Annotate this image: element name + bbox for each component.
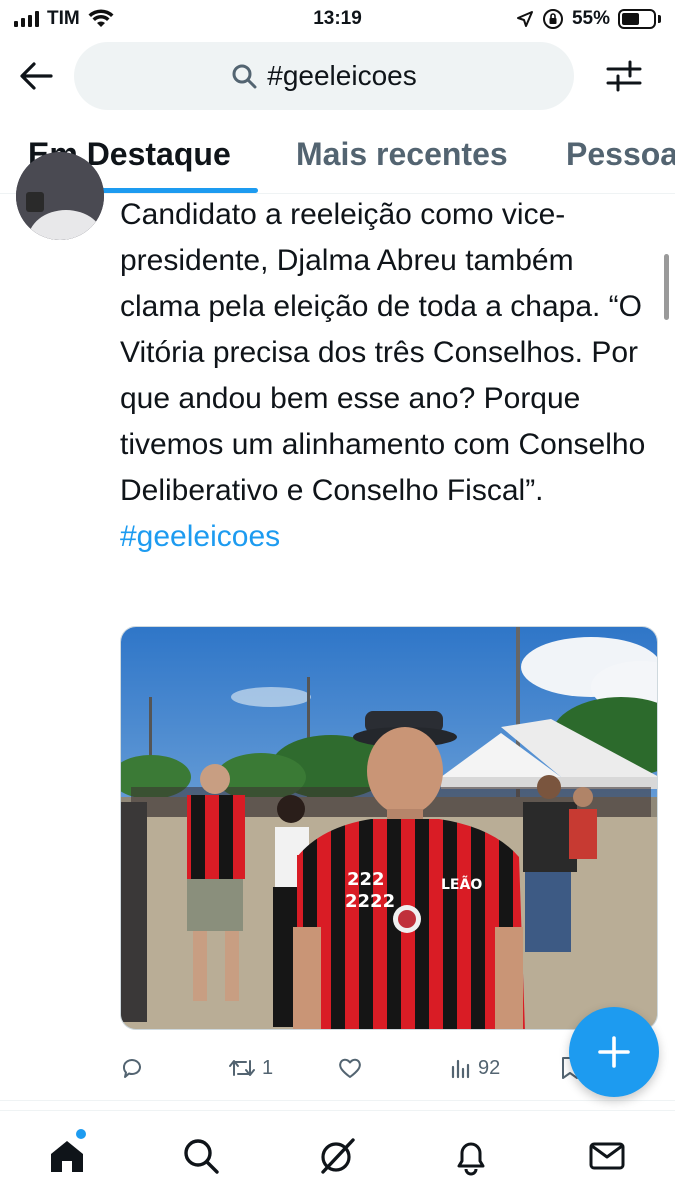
app-screen: TIM 13:19 55% #geeleicoes Em Destaque Ma…	[0, 0, 675, 1200]
location-icon	[516, 11, 533, 27]
arrow-left-icon	[20, 62, 53, 90]
heart-icon	[339, 1058, 361, 1078]
mail-icon	[589, 1142, 625, 1170]
wifi-icon	[88, 9, 114, 27]
status-bar: TIM 13:19 55%	[0, 0, 675, 38]
home-icon	[51, 1141, 83, 1172]
feed-divider	[0, 1100, 675, 1101]
like-button[interactable]	[338, 1050, 368, 1086]
jersey-number-bottom: 2222	[345, 891, 395, 912]
nav-messages[interactable]	[582, 1131, 632, 1181]
retweet-count: 1	[262, 1056, 274, 1079]
retweet-button[interactable]: 1	[228, 1050, 273, 1086]
jersey-number-top: 222	[347, 869, 385, 890]
carrier-label: TIM	[47, 8, 80, 29]
battery-icon	[618, 9, 661, 29]
plus-icon	[598, 1036, 630, 1068]
signal-icon	[14, 11, 39, 27]
status-bar-left: TIM	[14, 8, 114, 30]
bottom-nav	[0, 1110, 675, 1200]
grok-icon	[321, 1138, 355, 1174]
jersey-badge: LEÃO	[441, 876, 482, 893]
views-icon	[451, 1059, 470, 1079]
author-avatar[interactable]	[16, 152, 104, 240]
search-query: #geeleicoes	[267, 60, 417, 91]
home-notification-dot	[76, 1129, 86, 1139]
search-header: #geeleicoes	[0, 38, 675, 114]
tweet-photo[interactable]: 222 2222 LEÃO	[120, 626, 658, 1030]
compose-button[interactable]	[569, 1007, 659, 1097]
scrollbar[interactable]	[664, 254, 669, 320]
nav-home[interactable]	[42, 1129, 92, 1181]
sliders-icon	[606, 60, 642, 92]
reply-button[interactable]	[120, 1050, 150, 1086]
views-count: 92	[478, 1056, 501, 1079]
tweet-hashtag-link[interactable]: #geeleicoes	[120, 520, 280, 553]
nav-grok[interactable]	[312, 1131, 362, 1181]
back-button[interactable]	[16, 56, 56, 96]
battery-percent: 55%	[571, 8, 610, 29]
reply-icon	[122, 1059, 141, 1078]
tweet-text: Candidato a reeleição como vice-presiden…	[120, 192, 660, 560]
search-icon	[184, 1139, 219, 1174]
bell-icon	[457, 1142, 485, 1176]
status-bar-right: 55%	[516, 8, 661, 30]
nav-search[interactable]	[176, 1131, 226, 1181]
nav-notifications[interactable]	[446, 1131, 496, 1181]
views-button[interactable]: 92	[450, 1050, 500, 1086]
search-icon	[232, 64, 257, 89]
tab-mais-recentes[interactable]: Mais recentes	[296, 136, 508, 173]
retweet-icon	[229, 1060, 255, 1076]
search-input[interactable]: #geeleicoes	[74, 42, 574, 110]
search-settings-button[interactable]	[600, 54, 648, 98]
tab-pessoas[interactable]: Pessoas	[566, 136, 675, 173]
tweet-body: Candidato a reeleição como vice-presiden…	[120, 198, 646, 507]
orientation-lock-icon	[542, 9, 563, 29]
